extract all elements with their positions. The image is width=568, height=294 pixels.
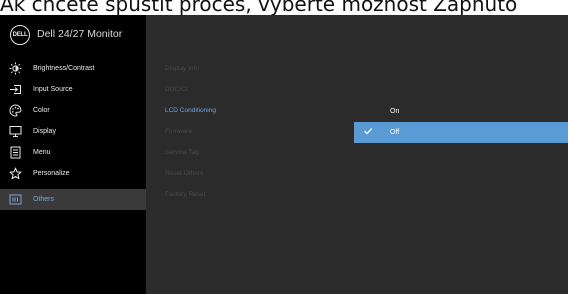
color-palette-icon — [8, 104, 22, 118]
option-label: On — [390, 108, 400, 115]
osd-header: DELL Dell 24/27 Monitor — [0, 15, 146, 57]
sidebar-item-brightness-contrast[interactable]: Brightness/Contrast — [0, 58, 146, 79]
sidebar-item-label: Color — [33, 107, 50, 114]
dell-logo: DELL — [10, 25, 30, 45]
display-icon — [8, 125, 22, 139]
option-off[interactable]: Off — [354, 122, 568, 143]
option-label: Off — [390, 129, 400, 136]
monitor-model-title: Dell 24/27 Monitor — [37, 28, 123, 40]
sidebar-item-display[interactable]: Display — [0, 121, 146, 142]
menu-icon — [8, 146, 22, 160]
sidebar-item-label: Menu — [33, 149, 51, 156]
submenu-item-factory-reset[interactable]: Factory Reset — [165, 191, 205, 198]
sidebar: DELL Dell 24/27 Monitor Brightness/Contr… — [0, 15, 146, 294]
sidebar-item-label: Display — [33, 128, 56, 135]
sidebar-item-menu[interactable]: Menu — [0, 142, 146, 163]
sidebar-item-input-source[interactable]: Input Source — [0, 79, 146, 100]
sidebar-item-others[interactable]: Others — [0, 189, 146, 210]
submenu-item-firmware[interactable]: Firmware — [165, 128, 192, 135]
option-on[interactable]: On — [354, 101, 568, 122]
submenu-item-ddc-ci[interactable]: DDC/CI — [165, 86, 187, 93]
brightness-icon — [8, 62, 22, 76]
instruction-caption: Ak chcete spustit proces, vyberte možnos… — [0, 0, 518, 15]
submenu-item-reset-others[interactable]: Reset Others — [165, 170, 203, 177]
sidebar-item-label: Personalize — [33, 170, 70, 177]
submenu-item-lcd-conditioning[interactable]: LCD Conditioning — [165, 107, 216, 114]
submenu-item-display-info[interactable]: Display Info — [165, 65, 199, 72]
submenu-item-service-tag[interactable]: Service Tag — [165, 149, 199, 156]
sidebar-item-personalize[interactable]: Personalize — [0, 163, 146, 184]
checkmark-icon — [363, 126, 373, 136]
others-icon — [8, 193, 22, 207]
sidebar-item-label: Input Source — [33, 86, 73, 93]
star-icon — [8, 167, 22, 181]
sidebar-item-label: Others — [33, 196, 55, 203]
osd-window: DELL Dell 24/27 Monitor Brightness/Contr… — [0, 15, 568, 294]
input-source-icon — [8, 83, 22, 97]
sidebar-item-color[interactable]: Color — [0, 100, 146, 121]
sidebar-item-label: Brightness/Contrast — [33, 65, 95, 72]
